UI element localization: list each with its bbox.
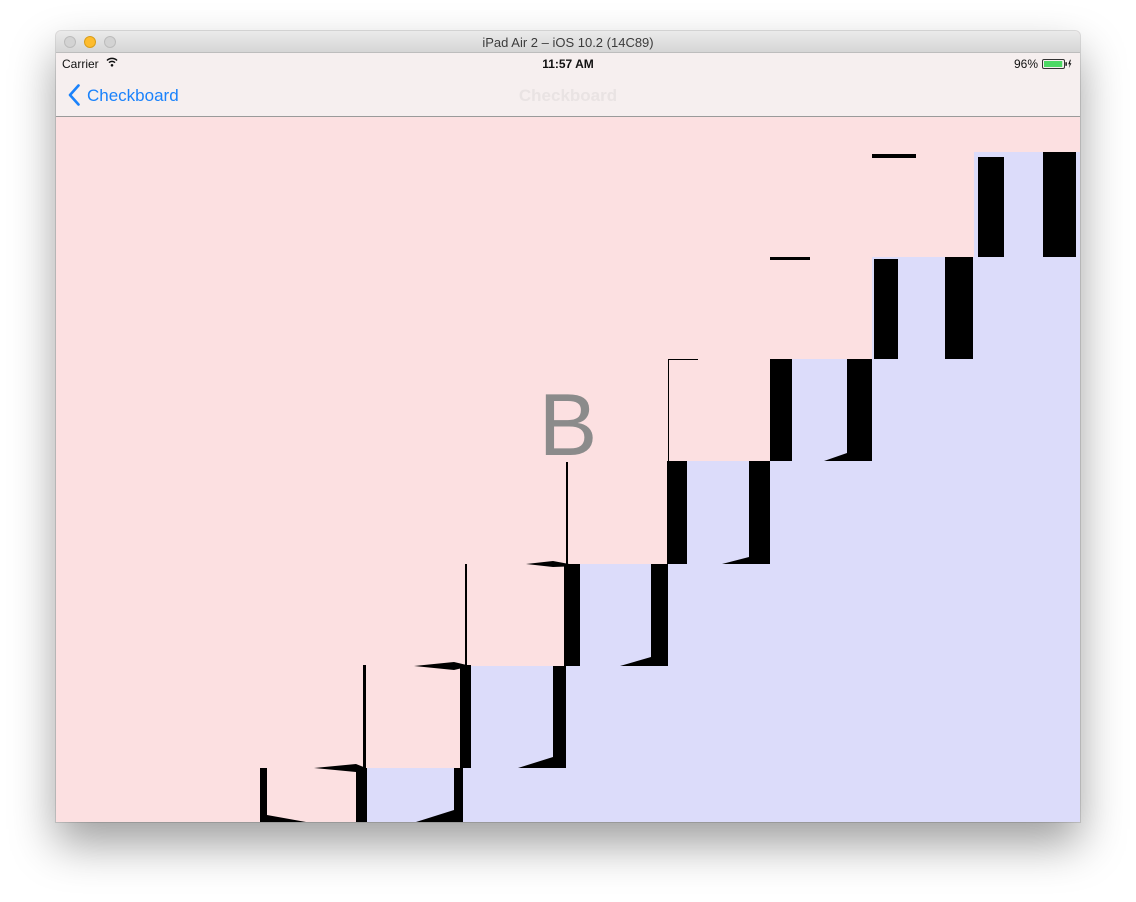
navigation-bar: Checkboard Checkboard <box>56 73 1080 117</box>
battery-fill <box>1044 61 1063 67</box>
checkboard-tile-region <box>366 152 1080 822</box>
status-bar: Carrier 11:57 AM 96% <box>56 53 1080 73</box>
window-titlebar: iPad Air 2 – iOS 10.2 (14C89) <box>56 31 1080 53</box>
nav-title: Checkboard <box>518 86 618 105</box>
battery-icon <box>1042 59 1072 69</box>
window-title: iPad Air 2 – iOS 10.2 (14C89) <box>482 35 654 50</box>
simulator-window: iPad Air 2 – iOS 10.2 (14C89) Carrier 11… <box>56 31 1080 822</box>
checkboard-content: B <box>56 117 1080 822</box>
status-time: 11:57 AM <box>542 57 594 71</box>
battery-percentage: 96% <box>1013 57 1038 71</box>
center-letter: B <box>538 375 598 474</box>
